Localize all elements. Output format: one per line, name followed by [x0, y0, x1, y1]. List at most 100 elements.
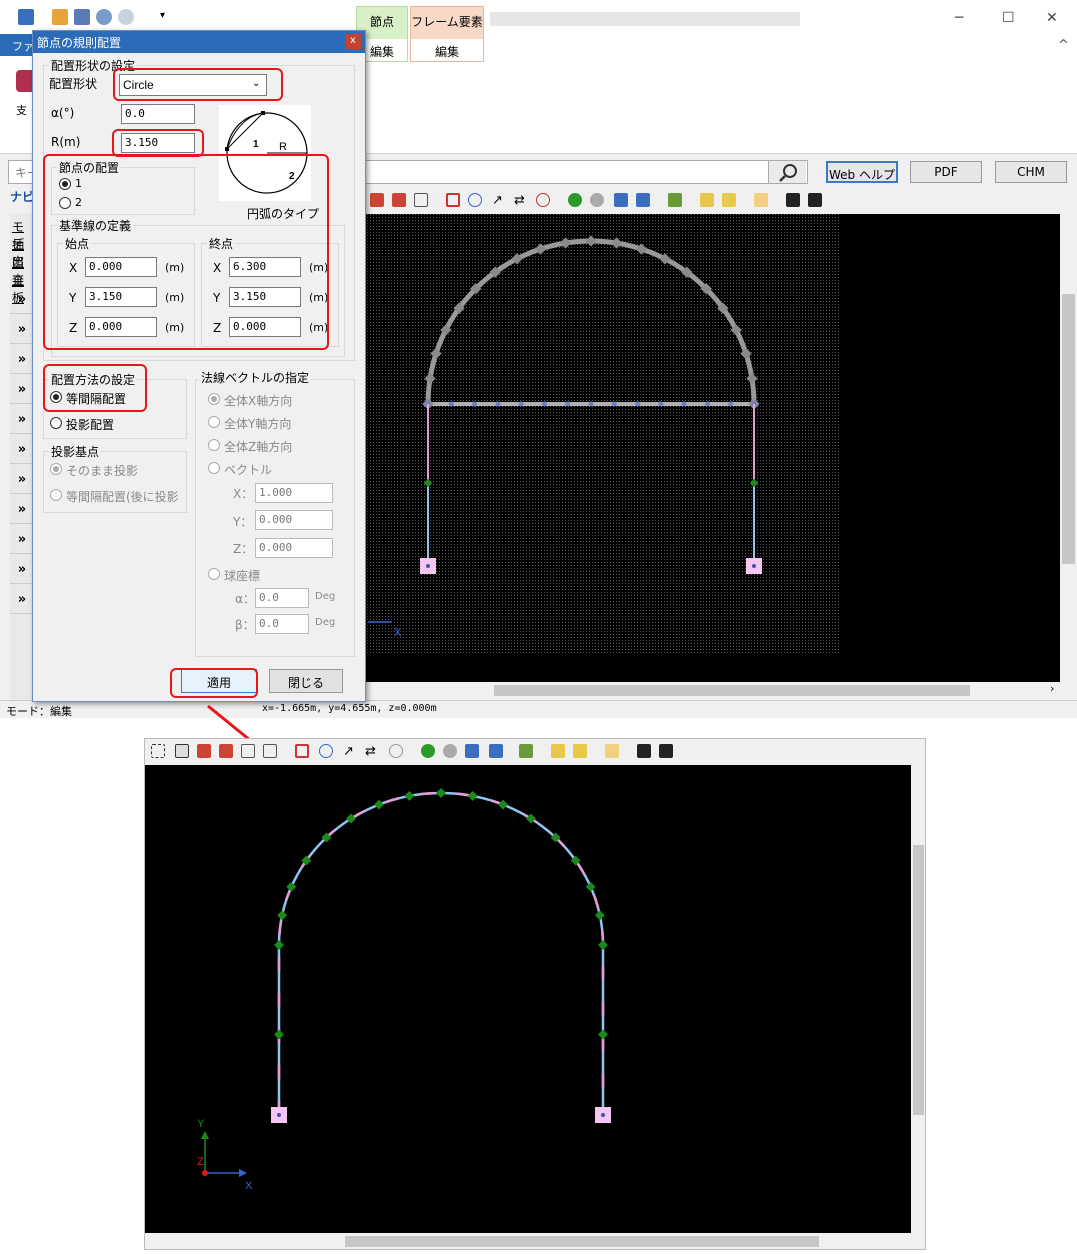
- highlight-icon[interactable]: [700, 193, 714, 207]
- highlight-icon[interactable]: [573, 744, 587, 758]
- cube-view-icon[interactable]: [197, 744, 211, 758]
- target-icon[interactable]: [389, 744, 403, 758]
- select-all-icon[interactable]: [151, 744, 165, 758]
- close-dialog-button[interactable]: 閉じる: [269, 669, 343, 693]
- select-icon[interactable]: [668, 193, 682, 207]
- highlight-icon[interactable]: [551, 744, 565, 758]
- vec-z-input[interactable]: 0.000: [255, 538, 333, 558]
- vertical-scrollbar[interactable]: [1060, 214, 1077, 684]
- sidebar-expand-button[interactable]: »: [10, 558, 34, 584]
- sidebar-expand-button[interactable]: »: [10, 348, 34, 374]
- shot-icon[interactable]: [465, 744, 479, 758]
- new-file-icon[interactable]: [52, 9, 68, 25]
- sidebar-expand-button[interactable]: »: [10, 408, 34, 434]
- ribbon-expand-icon[interactable]: ^: [1058, 38, 1069, 53]
- cube-view-icon[interactable]: [392, 193, 406, 207]
- sidebar-expand-button[interactable]: »: [10, 498, 34, 524]
- close-window-button[interactable]: ✕: [1046, 10, 1058, 26]
- undo-icon[interactable]: [96, 9, 112, 25]
- camera-icon[interactable]: [637, 744, 651, 758]
- zoom-window-icon[interactable]: [295, 744, 309, 758]
- fit-icon[interactable]: [175, 744, 189, 758]
- tab-frame-element[interactable]: フレーム要素 編集: [410, 6, 484, 62]
- info-icon[interactable]: [489, 744, 503, 758]
- find-icon[interactable]: [754, 193, 768, 207]
- forward-icon[interactable]: [443, 744, 457, 758]
- sidebar-expand-button[interactable]: »: [10, 378, 34, 404]
- rotate-icon[interactable]: ⇄: [514, 193, 528, 208]
- arrow-icon[interactable]: ↗: [343, 744, 357, 759]
- back-icon[interactable]: [421, 744, 435, 758]
- sidebar-expand-button[interactable]: »: [10, 468, 34, 494]
- shot-icon[interactable]: [614, 193, 628, 207]
- projection-equal-radio[interactable]: [50, 489, 62, 501]
- web-help-button[interactable]: Web ヘルプ: [826, 161, 898, 183]
- minimize-button[interactable]: ─: [955, 10, 963, 26]
- camera-icon[interactable]: [808, 193, 822, 207]
- normal-z-radio[interactable]: [208, 439, 220, 451]
- scroll-thumb[interactable]: [913, 845, 924, 1115]
- cube-view-icon[interactable]: [219, 744, 233, 758]
- zoom-out-icon[interactable]: [319, 744, 333, 758]
- pdf-button[interactable]: PDF: [910, 161, 982, 183]
- cube-view-icon[interactable]: [370, 193, 384, 207]
- arch-node: [498, 799, 508, 810]
- vec-y-input[interactable]: 0.000: [255, 510, 333, 530]
- baseline-node: [658, 401, 664, 407]
- forward-icon[interactable]: [590, 193, 604, 207]
- sidebar-expand-button[interactable]: »: [10, 318, 34, 344]
- sph-alpha-unit: Deg: [315, 591, 336, 602]
- redo-icon[interactable]: [118, 9, 134, 25]
- support-node: [601, 1113, 605, 1117]
- y-axis-arrow: [201, 1131, 209, 1139]
- maximize-button[interactable]: ☐: [1002, 10, 1015, 26]
- save-icon[interactable]: [74, 9, 90, 25]
- wire-cube-icon[interactable]: [263, 744, 277, 758]
- scroll-right-icon[interactable]: ›: [1050, 682, 1054, 695]
- ribbon-left-label: 支: [16, 104, 27, 117]
- normal-vector-radio[interactable]: [208, 462, 220, 474]
- arrow-icon[interactable]: ↗: [492, 193, 506, 208]
- arch-node: [274, 940, 284, 950]
- scroll-thumb[interactable]: [494, 685, 970, 696]
- target-icon[interactable]: [536, 193, 550, 207]
- tab-frame-edit[interactable]: 編集: [411, 39, 483, 61]
- normal-x-radio[interactable]: [208, 393, 220, 405]
- quick-access-dropdown-icon[interactable]: ▾: [160, 10, 165, 21]
- camera-icon[interactable]: [786, 193, 800, 207]
- sidebar-expand-button[interactable]: »: [10, 528, 34, 554]
- vertical-scrollbar[interactable]: [911, 765, 925, 1233]
- info-icon[interactable]: [636, 193, 650, 207]
- back-icon[interactable]: [568, 193, 582, 207]
- chm-button[interactable]: CHM: [995, 161, 1067, 183]
- horizontal-scrollbar[interactable]: ›: [364, 682, 1060, 698]
- sph-beta-input[interactable]: 0.0: [255, 614, 309, 634]
- normal-y-radio[interactable]: [208, 416, 220, 428]
- find-icon[interactable]: [605, 744, 619, 758]
- sidebar-expand-button[interactable]: »: [10, 438, 34, 464]
- select-icon[interactable]: [519, 744, 533, 758]
- search-button[interactable]: [768, 161, 806, 183]
- sph-alpha-input[interactable]: 0.0: [255, 588, 309, 608]
- dialog-close-button[interactable]: x: [345, 34, 361, 49]
- zoom-window-icon[interactable]: [446, 193, 460, 207]
- result-viewport[interactable]: Y X Z: [145, 765, 911, 1233]
- projection-asis-radio[interactable]: [50, 463, 62, 475]
- scroll-thumb[interactable]: [1062, 294, 1075, 564]
- sidebar-expand-button[interactable]: »: [10, 288, 34, 314]
- alpha-input[interactable]: 0.0: [121, 104, 195, 124]
- method-projection-radio[interactable]: [50, 417, 62, 429]
- highlight-icon[interactable]: [722, 193, 736, 207]
- wire-cube-icon[interactable]: [241, 744, 255, 758]
- model-viewport[interactable]: X: [364, 214, 1064, 682]
- sidebar-expand-button[interactable]: »: [10, 588, 34, 614]
- wire-cube-icon[interactable]: [414, 193, 428, 207]
- search-icon: [779, 164, 797, 182]
- scroll-thumb[interactable]: [345, 1236, 819, 1247]
- zoom-out-icon[interactable]: [468, 193, 482, 207]
- horizontal-scrollbar[interactable]: [145, 1233, 911, 1249]
- camera-icon[interactable]: [659, 744, 673, 758]
- rotate-icon[interactable]: ⇄: [365, 744, 379, 759]
- sphere-radio[interactable]: [208, 568, 220, 580]
- vec-x-input[interactable]: 1.000: [255, 483, 333, 503]
